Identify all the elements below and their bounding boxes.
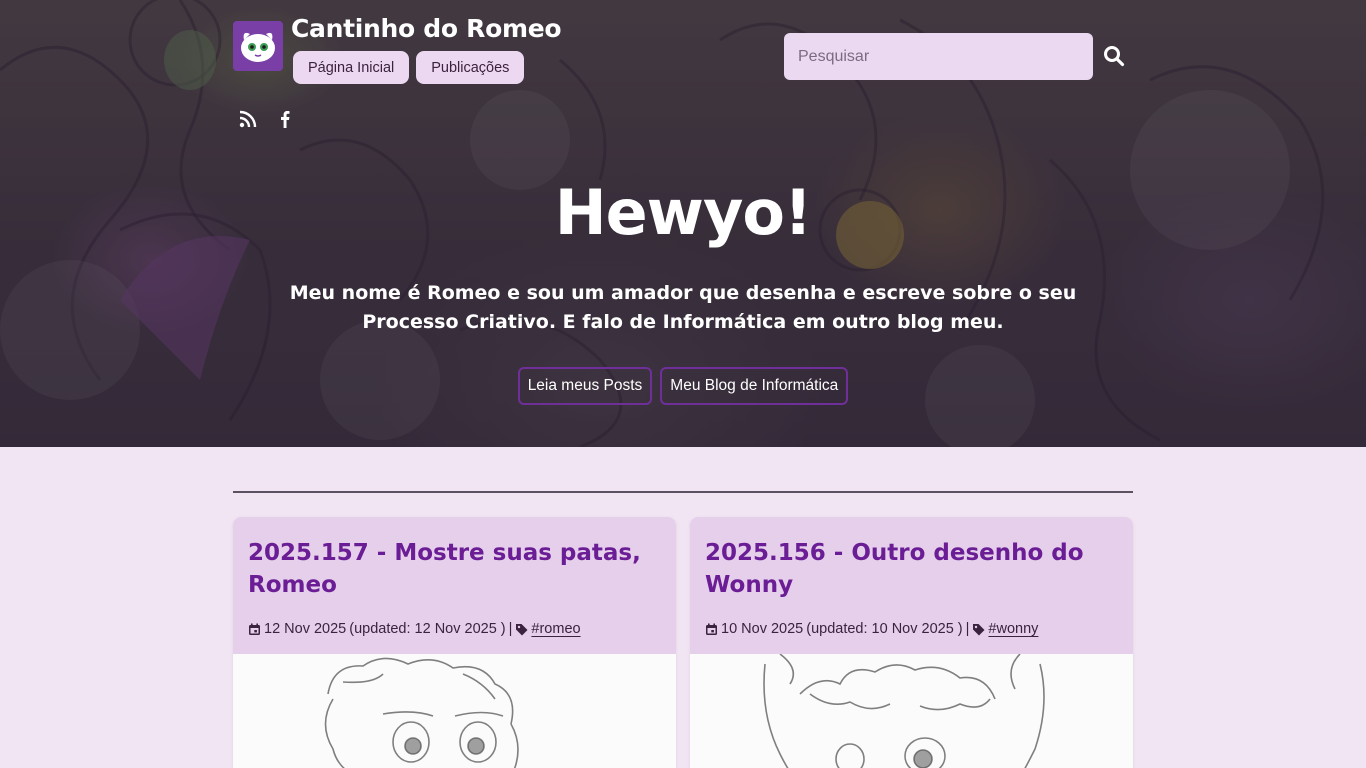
post-thumbnail[interactable] [690,653,1133,768]
calendar-icon [248,623,261,636]
post-meta: 10 Nov 2025 (updated: 10 Nov 2025 ) | #w… [705,621,1038,637]
tag-icon [515,623,528,636]
post-date: 10 Nov 2025 [721,621,804,637]
social-links [238,109,295,129]
post-date: 12 Nov 2025 [264,621,347,637]
tech-blog-button[interactable]: Meu Blog de Informática [660,367,849,405]
post-meta: 12 Nov 2025 (updated: 12 Nov 2025 ) | #r… [248,621,581,637]
post-title[interactable]: 2025.157 - Mostre suas patas, Romeo [248,537,661,601]
nav-posts-button[interactable]: Publicações [416,51,525,84]
section-divider [233,491,1133,493]
post-tag-link[interactable]: #romeo [531,621,580,637]
post-card: 2025.156 - Outro desenho do Wonny 10 Nov… [690,517,1133,768]
post-card-header: 2025.157 - Mostre suas patas, Romeo 12 N… [233,517,676,654]
post-tag-link[interactable]: #wonny [988,621,1038,637]
post-updated: (updated: 12 Nov 2025 ) [349,621,506,637]
site-logo[interactable] [233,21,283,71]
meta-separator: | [508,621,513,637]
romeo-face-logo-icon [241,32,275,62]
hero-subtitle: Meu nome é Romeo e sou um amador que des… [289,282,1077,333]
post-title[interactable]: 2025.156 - Outro desenho do Wonny [705,537,1118,601]
post-updated: (updated: 10 Nov 2025 ) [806,621,963,637]
post-thumbnail[interactable] [233,654,676,768]
post-card: 2025.157 - Mostre suas patas, Romeo 12 N… [233,517,676,768]
facebook-icon[interactable] [275,109,295,129]
post-card-header: 2025.156 - Outro desenho do Wonny 10 Nov… [690,517,1133,654]
meta-separator: | [965,621,970,637]
main-nav: Página Inicial Publicações [293,51,525,84]
hero-title: Hewyo! [554,176,813,249]
nav-home-button[interactable]: Página Inicial [293,51,410,84]
calendar-icon [705,623,718,636]
read-posts-button[interactable]: Leia meus Posts [517,367,653,405]
hero-actions: Leia meus Posts Meu Blog de Informática [0,367,1366,405]
hero-section: Cantinho do Romeo Página Inicial Publica… [0,0,1366,447]
rss-icon[interactable] [238,109,258,129]
search-icon[interactable] [1103,45,1125,67]
site-title[interactable]: Cantinho do Romeo [291,14,562,43]
tag-icon [972,623,985,636]
search-input[interactable] [784,33,1093,80]
